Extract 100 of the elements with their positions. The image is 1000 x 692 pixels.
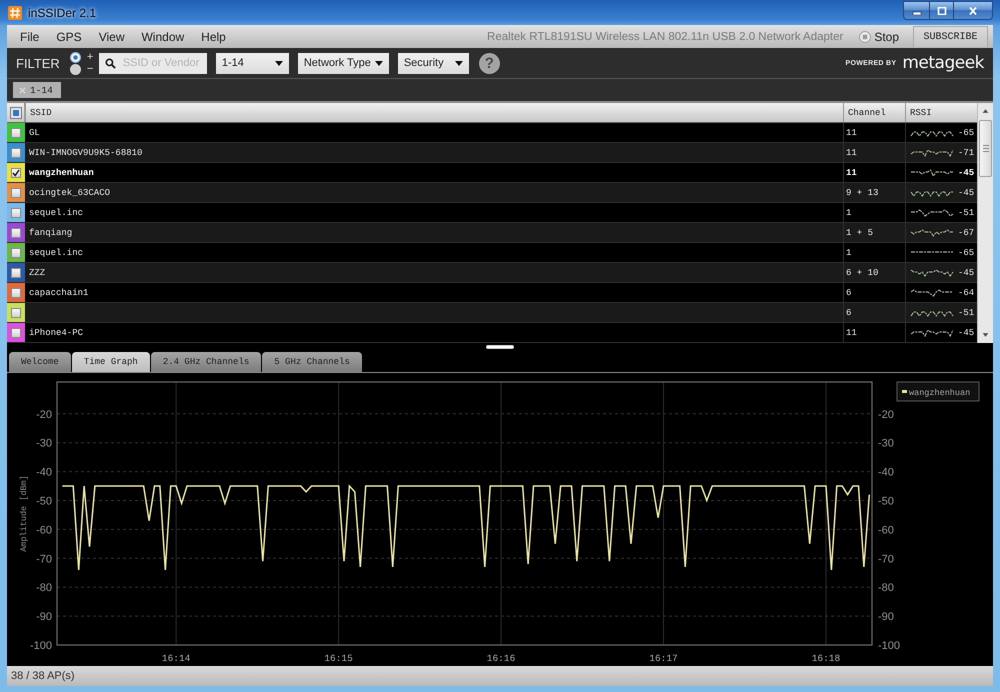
table-row[interactable]: ZZZ 6 + 10 -45 <box>7 263 977 283</box>
help-button[interactable]: ? <box>478 52 500 74</box>
y-tick-label: -70 <box>878 553 894 566</box>
x-tick-label: 16:18 <box>812 653 840 664</box>
stop-button[interactable]: Stop <box>857 26 901 46</box>
y-tick-label: -30 <box>878 438 894 450</box>
y-tick-label: -30 <box>36 438 52 450</box>
table-row[interactable]: wangzhenhuan 11 -45 <box>7 163 977 183</box>
tab[interactable]: 5 GHz Channels <box>262 352 362 372</box>
table-row[interactable]: fanqiang 1 + 5 -67 <box>7 223 977 243</box>
table-row[interactable]: GL 11 -65 <box>7 123 977 143</box>
channel-cell: 11 <box>846 168 857 178</box>
y-axis-title: Amplitude [dBm] <box>19 475 29 552</box>
table-row[interactable]: WIN-IMNOGV9U9K5-68810 11 -71 <box>7 143 977 163</box>
legend-swatch-icon <box>902 390 907 393</box>
filter-tag[interactable]: 1-14 <box>13 82 61 98</box>
y-tick-label: -80 <box>36 582 52 594</box>
rssi-value: -51 <box>958 308 974 318</box>
row-checkbox[interactable] <box>11 308 21 318</box>
hash-icon <box>8 6 22 20</box>
menu-item[interactable]: GPS <box>49 26 89 46</box>
channel-cell: 11 <box>846 328 857 338</box>
menu-item[interactable]: Window <box>134 26 192 46</box>
channel-cell: 1 <box>846 208 852 218</box>
channel-cell: 6 <box>846 288 852 298</box>
minimize-button[interactable] <box>903 1 929 20</box>
row-checkbox[interactable] <box>11 248 21 258</box>
rssi-value: -45 <box>958 188 974 198</box>
ssid-cell: GL <box>29 128 40 138</box>
search-icon <box>104 58 116 68</box>
ssid-cell: capacchain1 <box>29 288 88 298</box>
y-tick-label: -40 <box>36 466 52 479</box>
channel-cell: 6 + 10 <box>846 268 878 278</box>
tab[interactable]: Time Graph <box>72 352 150 372</box>
caret-icon <box>374 60 383 66</box>
y-tick-label: -100 <box>30 640 52 652</box>
caret-icon <box>274 60 283 66</box>
tab[interactable]: 2.4 GHz Channels <box>150 352 262 372</box>
row-checkbox[interactable] <box>11 148 21 158</box>
channel-cell: 1 + 5 <box>846 228 874 238</box>
dropdown[interactable]: Security <box>398 52 469 74</box>
table-row[interactable]: sequel.inc 1 -51 <box>7 203 977 223</box>
subscribe-button[interactable]: SUBSCRIBE <box>913 26 988 47</box>
ssid-cell: ocingtek_63CACO <box>29 188 110 198</box>
dropdown[interactable]: Network Type <box>298 52 389 74</box>
table-row[interactable]: capacchain1 6 -64 <box>7 283 977 303</box>
rssi-value: -45 <box>958 168 974 178</box>
rssi-value: -71 <box>958 148 974 158</box>
tab[interactable]: Welcome <box>9 352 71 372</box>
splitter-handle[interactable] <box>486 345 514 349</box>
ssid-cell: WIN-IMNOGV9U9K5-68810 <box>29 148 142 158</box>
channel-cell: 11 <box>846 128 857 138</box>
table-row[interactable]: ocingtek_63CACO 9 + 13 -45 <box>7 183 977 203</box>
y-tick-label: -60 <box>878 524 894 536</box>
select-all-checkbox[interactable] <box>10 106 22 118</box>
rssi-value: -45 <box>958 268 974 278</box>
row-checkbox[interactable] <box>11 328 21 338</box>
y-tick-label: -20 <box>878 408 894 421</box>
y-tick-label: -40 <box>878 466 894 479</box>
menu-item[interactable]: File <box>13 26 46 46</box>
close-button[interactable] <box>953 1 993 20</box>
table-row[interactable]: sequel.inc 1 -65 <box>7 243 977 263</box>
ssid-cell: iPhone4-PC <box>29 328 84 338</box>
row-checkbox[interactable] <box>11 228 21 238</box>
channel-cell: 1 <box>846 248 852 258</box>
checkmark-icon <box>12 168 20 176</box>
x-tick-label: 16:14 <box>162 653 190 664</box>
y-tick-label: -90 <box>36 611 52 624</box>
dropdown[interactable]: 1-14 <box>216 52 289 74</box>
adapter-name: Realtek RTL8191SU Wireless LAN 802.11n USB 2.0 Network Adapter <box>487 30 844 42</box>
scrollbar-thumb[interactable] <box>979 120 992 177</box>
table-row[interactable]: iPhone4-PC 11 -45 <box>7 323 977 343</box>
y-tick-label: -50 <box>878 496 894 508</box>
row-checkbox[interactable] <box>11 288 21 298</box>
ssid-cell: fanqiang <box>29 228 72 238</box>
ssid-cell: ZZZ <box>29 268 46 278</box>
mode-label: + <box>86 52 94 62</box>
column-header[interactable]: Channel <box>843 103 905 122</box>
y-tick-label: -100 <box>878 640 900 652</box>
rssi-value: -67 <box>958 228 974 238</box>
maximize-button[interactable] <box>929 1 953 20</box>
rssi-value: -65 <box>958 248 974 258</box>
row-checkbox[interactable] <box>11 208 21 218</box>
y-tick-label: -60 <box>36 524 52 536</box>
ssid-cell: sequel.inc <box>29 248 84 258</box>
column-header[interactable]: SSID <box>25 103 843 122</box>
radio-button[interactable] <box>70 52 81 62</box>
filter-label: FILTER <box>16 56 60 70</box>
rssi-value: -64 <box>958 288 974 298</box>
radio-button[interactable] <box>70 64 81 74</box>
rssi-value: -45 <box>958 328 974 338</box>
menu-item[interactable]: Help <box>194 26 233 46</box>
y-tick-label: -20 <box>36 408 52 421</box>
row-checkbox[interactable] <box>11 128 21 138</box>
row-checkbox[interactable] <box>11 268 21 278</box>
row-checkbox[interactable] <box>11 188 21 198</box>
channel-cell: 9 + 13 <box>846 188 878 198</box>
row-checkbox[interactable] <box>11 168 21 178</box>
table-row[interactable]: 6 -51 <box>7 303 977 323</box>
menu-item[interactable]: View <box>92 26 132 46</box>
